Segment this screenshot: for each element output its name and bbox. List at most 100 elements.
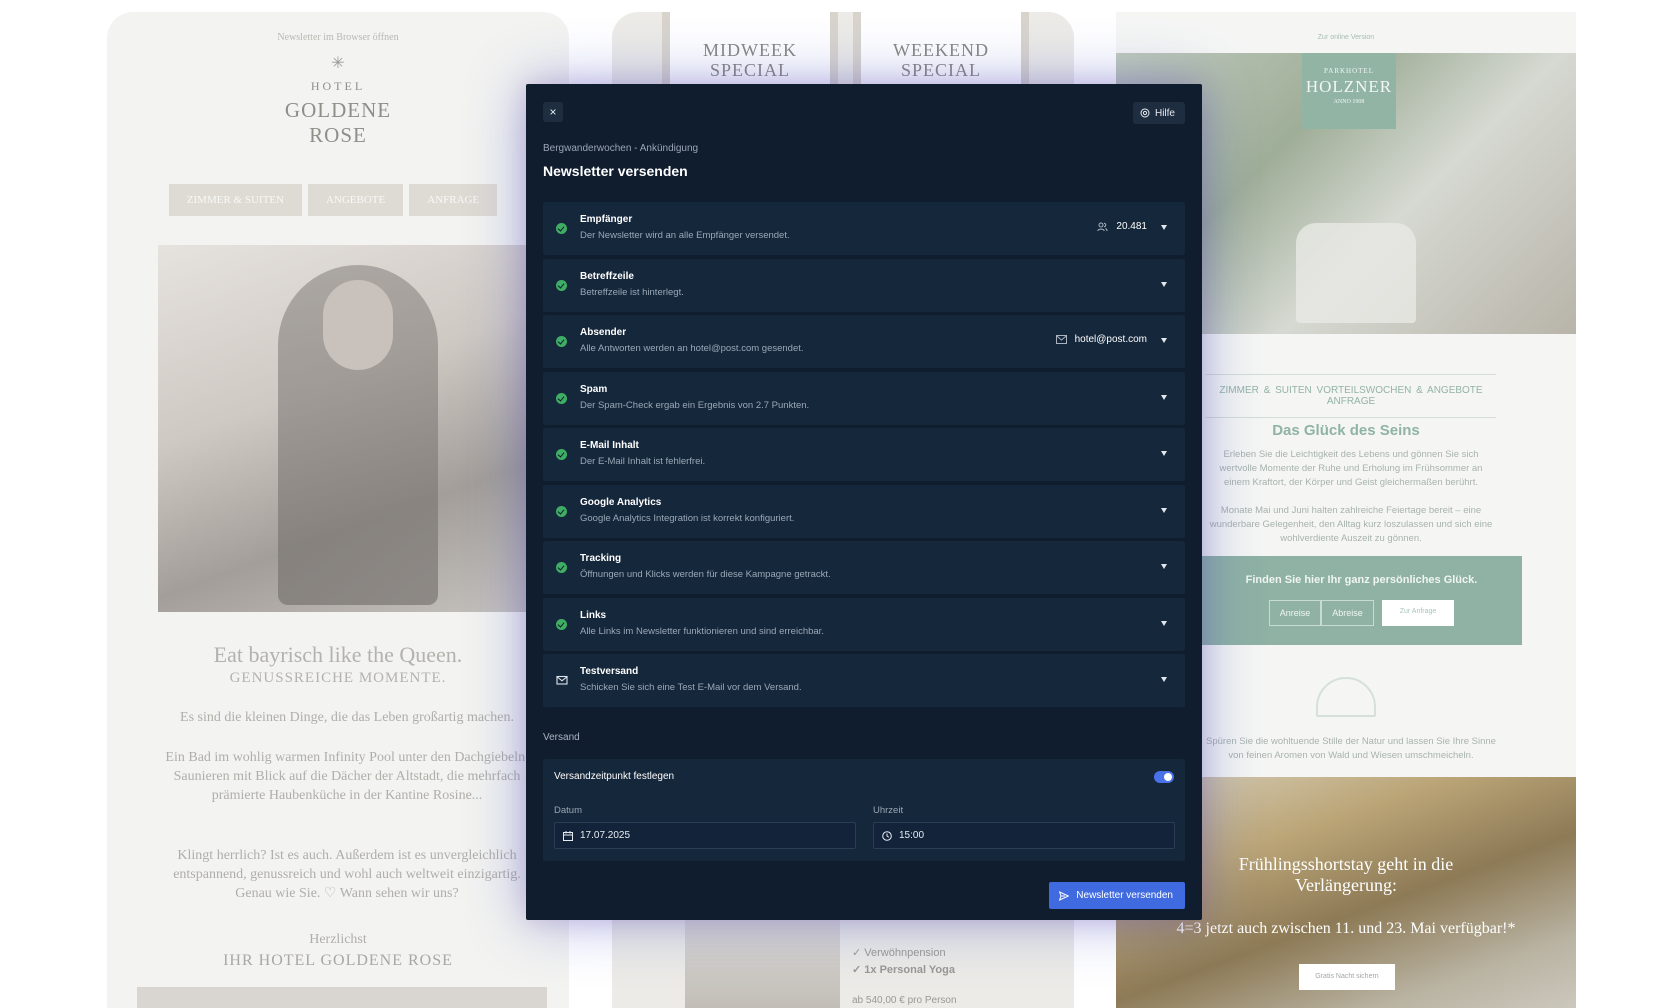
check-title: E-Mail Inhalt: [580, 440, 639, 451]
check-ok-icon: [556, 223, 567, 234]
offer-price: ab 540,00 € pro Person: [852, 995, 957, 1006]
check-subject[interactable]: Betreffzeile Betreffzeile ist hinterlegt…: [543, 258, 1185, 312]
promo-button: Gratis Nacht sichern: [1299, 964, 1395, 990]
chevron-down-icon: [1161, 620, 1167, 626]
help-icon: [1140, 108, 1150, 118]
preview-headline: Eat bayrisch like the Queen.: [213, 642, 463, 667]
check-ok-icon: [556, 562, 567, 573]
hotel-star-icon: ✳: [331, 55, 345, 72]
check-title: Empfänger: [580, 214, 633, 225]
check-description: Der Newsletter wird an alle Empfänger ve…: [580, 230, 790, 241]
chevron-down-icon: [1161, 451, 1167, 456]
nav-item: ANFRAGE: [409, 184, 498, 216]
check-description: Google Analytics Integration ist korrekt…: [580, 512, 795, 524]
dialog-title: Newsletter versenden: [543, 163, 688, 179]
section-label-dispatch: Versand: [543, 732, 580, 743]
preview-paragraph: Es sind die kleinen Dinge, die das Leben…: [180, 710, 514, 725]
send-newsletter-dialog: × Hilfe Bergwanderwochen - Ankündigung N…: [526, 84, 1202, 920]
time-value: 15:00: [899, 830, 925, 841]
check-description: Der E-Mail Inhalt ist fehlerfrei.: [580, 456, 706, 467]
check-ok-icon: [556, 449, 567, 460]
check-ok-icon: [556, 279, 567, 291]
check-description: Alle Antworten werden an hotel@post.com …: [580, 343, 804, 354]
browser-link: Newsletter im Browser öffnen: [277, 32, 399, 43]
check-title: Betreffzeile: [580, 270, 634, 282]
preview-nav: ZIMMER & SUITEN VORTEILSWOCHEN & ANGEBOT…: [1206, 374, 1496, 418]
chevron-down-icon: [1161, 677, 1167, 682]
check-title: Absender: [580, 327, 627, 338]
check-title: Spam: [580, 383, 608, 395]
checklist: Empfänger Der Newsletter wird an alle Em…: [543, 202, 1185, 711]
nav-item: ZIMMER & SUITEN: [168, 184, 302, 216]
check-title: Tracking: [580, 553, 622, 564]
online-version-link: Zur online Version: [1317, 34, 1375, 41]
close-button[interactable]: ×: [543, 102, 563, 122]
check-title: Links: [580, 609, 607, 621]
mail-icon: [1055, 335, 1067, 344]
time-label: Uhrzeit: [873, 805, 904, 816]
preview-footer-image: [137, 987, 547, 1008]
check-title: Google Analytics: [580, 496, 662, 508]
recipient-count: 20.481: [1097, 221, 1147, 232]
check-ok-icon: [556, 336, 567, 347]
preview-subheadline: GENUSSREICHE MOMENTE.: [229, 670, 447, 686]
breadcrumb: Bergwanderwochen - Ankündigung: [543, 143, 699, 154]
check-content[interactable]: E-Mail Inhalt Der E-Mail Inhalt ist fehl…: [543, 428, 1185, 481]
mail-icon: [556, 675, 568, 685]
check-sender[interactable]: Absender Alle Antworten werden an hotel@…: [543, 315, 1185, 368]
time-field[interactable]: 15:00: [873, 822, 1175, 849]
preview-paragraph: Spüren Sie die wohltuende Stille der Nat…: [1206, 736, 1496, 761]
hotel-word: HOTEL: [310, 79, 366, 93]
preview-paragraph: Monate Mai und Juni halten zahlreiche Fe…: [1209, 505, 1493, 544]
sender-address: hotel@post.com: [1055, 334, 1147, 345]
promo-subtitle: 4=3 jetzt auch zwischen 11. und 23. Mai …: [1176, 920, 1516, 937]
offer-item: ✓ Verwöhnpension: [852, 947, 946, 959]
weekend-special-card: WEEKEND SPECIAL: [853, 12, 1029, 92]
preview-signature: IHR HOTEL GOLDENE ROSE: [223, 952, 453, 969]
newsletter-preview-goldene-rose: Newsletter im Browser öffnen ✳ HOTEL GOL…: [107, 12, 569, 1008]
check-spam[interactable]: Spam Der Spam-Check ergab ein Ergebnis v…: [543, 371, 1185, 425]
preview-closing: Herzlichst: [309, 932, 367, 947]
check-google-analytics[interactable]: Google Analytics Google Analytics Integr…: [543, 484, 1185, 538]
schedule-label: Versandzeitpunkt festlegen: [554, 771, 675, 782]
schedule-toggle[interactable]: [1154, 771, 1174, 783]
chevron-down-icon: [1161, 225, 1167, 230]
check-tracking[interactable]: Tracking Öffnungen und Klicks werden für…: [543, 541, 1185, 594]
chevron-down-icon: [1161, 394, 1167, 400]
chevron-down-icon: [1161, 564, 1167, 569]
clock-icon: [882, 830, 892, 841]
help-label: Hilfe: [1154, 107, 1175, 119]
midweek-special-card: MIDWEEK SPECIAL: [662, 12, 838, 92]
yoga-photo: [685, 917, 840, 1008]
chevron-down-icon: [1161, 338, 1167, 343]
inquiry-button: Zur Anfrage: [1381, 600, 1455, 626]
booking-box: Finden Sie hier Ihr ganz persönliches Gl…: [1201, 556, 1522, 645]
chevron-down-icon: [1161, 507, 1167, 513]
preview-paragraph: Erleben Sie die Leichtigkeit des Lebens …: [1219, 449, 1483, 488]
check-ok-icon: [556, 505, 567, 517]
hotel-crest-icon: [1316, 677, 1376, 717]
date-label: Datum: [554, 805, 582, 816]
send-label: Newsletter versenden: [1076, 890, 1173, 901]
check-description: Betreffzeile ist hinterlegt.: [580, 286, 684, 298]
calendar-icon: [563, 830, 573, 841]
date-field[interactable]: 17.07.2025: [554, 822, 856, 849]
preview-paragraph: Ein Bad im wohlig warmen Infinity Pool u…: [165, 750, 529, 803]
schedule-panel: Versandzeitpunkt festlegen Datum 17.07.2…: [543, 759, 1185, 861]
preview-nav: ZIMMER & SUITEN ANGEBOTE ANFRAGE: [107, 184, 569, 216]
check-recipients[interactable]: Empfänger Der Newsletter wird an alle Em…: [543, 202, 1185, 255]
check-test-send[interactable]: Testversand Schicken Sie sich eine Test …: [543, 654, 1185, 707]
nav-item: ANGEBOTE: [307, 184, 404, 216]
offer-item: ✓ 1x Personal Yoga: [852, 964, 955, 976]
woman-with-wine-photo: [158, 245, 538, 612]
check-ok-icon: [556, 392, 567, 404]
check-description: Der Spam-Check ergab ein Ergebnis von 2.…: [580, 399, 810, 411]
holzner-logo: PARKHOTEL HOLZNER ANNO 1908: [1302, 53, 1396, 129]
hotel-name: GOLDENE ROSE: [284, 98, 392, 147]
check-links[interactable]: Links Alle Links im Newsletter funktioni…: [543, 597, 1185, 651]
help-button[interactable]: Hilfe: [1132, 102, 1185, 124]
send-icon: [1059, 890, 1070, 901]
users-icon: [1097, 222, 1109, 231]
send-newsletter-button[interactable]: Newsletter versenden: [1049, 882, 1185, 909]
arrival-field: Anreise: [1268, 600, 1322, 626]
